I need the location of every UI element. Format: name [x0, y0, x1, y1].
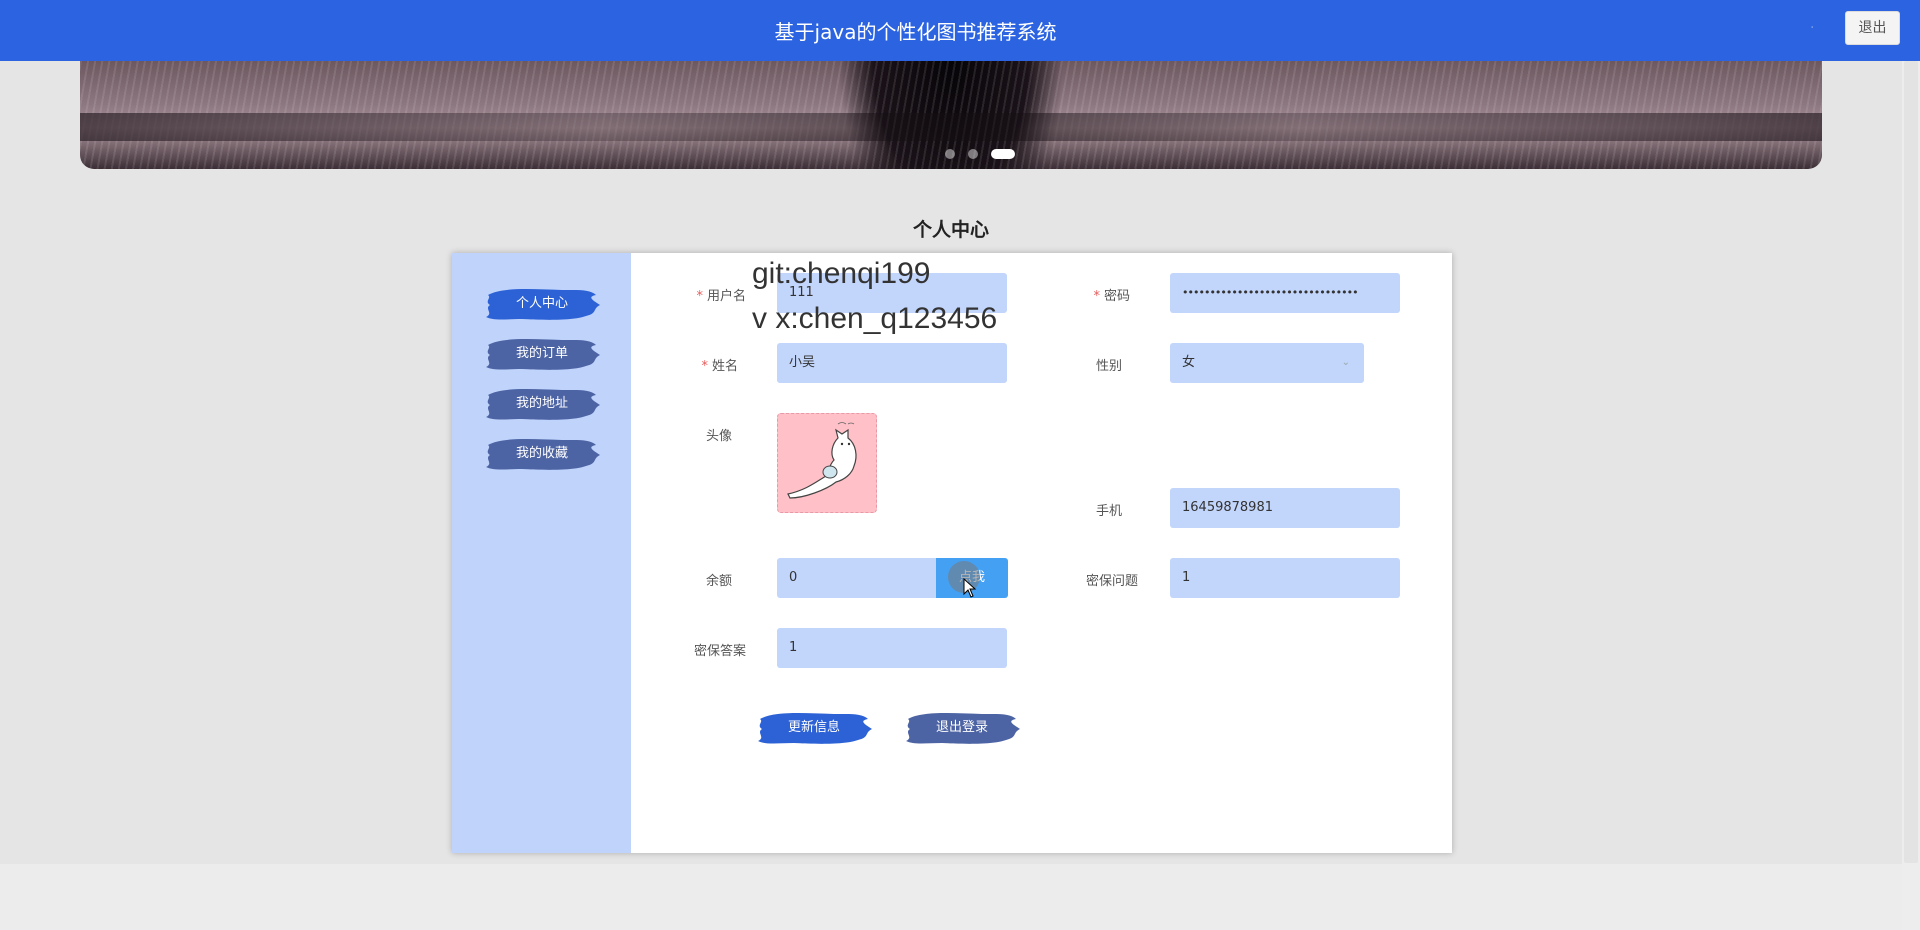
balance-field[interactable]: 0: [777, 558, 936, 598]
password-label: * 密码: [1093, 289, 1130, 304]
banner-carousel: [80, 61, 1822, 169]
carousel-indicators: [80, 143, 1822, 162]
name-field[interactable]: 小吴: [777, 343, 1007, 383]
update-info-label: 更新信息: [787, 720, 840, 735]
cat-avatar-icon: [787, 422, 857, 499]
chevron-down-icon: ⌄: [1341, 357, 1350, 368]
page-title: 个人中心: [912, 219, 989, 241]
update-info-button[interactable]: 更新信息: [754, 707, 874, 749]
sidebar-item-profile[interactable]: 个人中心: [482, 283, 602, 325]
header-logout-button[interactable]: 退出: [1845, 11, 1900, 45]
username-label: * 用户名: [696, 289, 746, 304]
sidebar-item-orders[interactable]: 我的订单: [482, 333, 602, 375]
security-question-field[interactable]: 1: [1170, 558, 1400, 598]
carousel-dot[interactable]: [968, 148, 978, 159]
carousel-dot[interactable]: [944, 148, 955, 159]
name-label: * 姓名: [701, 359, 738, 374]
gender-label: 性别: [1095, 359, 1122, 374]
logout-label: 退出登录: [935, 720, 988, 735]
faint-header-text: ·: [1810, 20, 1815, 36]
sidebar-item-favorites[interactable]: 我的收藏: [482, 433, 602, 475]
gender-select[interactable]: 女 ⌄: [1170, 343, 1364, 383]
sidebar-item-address[interactable]: 我的地址: [482, 383, 602, 425]
sidebar-item-label: 我的订单: [515, 346, 568, 361]
sidebar-item-label: 我的收藏: [515, 446, 568, 461]
security-question-label: 密保问题: [1085, 574, 1138, 589]
balance-label: 余额: [705, 574, 732, 589]
security-answer-field[interactable]: 1: [777, 628, 1007, 668]
password-field[interactable]: ••••••••••••••••••••••••••••••••: [1170, 273, 1400, 313]
watermark-line-2: v x:chen_q123456: [752, 302, 998, 335]
sidebar-item-label: 我的地址: [515, 396, 568, 411]
watermark-line-1: git:chenqi199: [752, 257, 931, 290]
app-title: 基于java的个性化图书推荐系统: [774, 20, 1057, 44]
carousel-dot-active[interactable]: [991, 148, 1016, 159]
phone-field[interactable]: 16459878981: [1170, 488, 1400, 528]
avatar-label: 头像: [705, 429, 732, 444]
top-navbar: 基于java的个性化图书推荐系统 · 退出: [0, 0, 1920, 61]
scrollbar-thumb[interactable]: [1904, 61, 1918, 863]
mouse-cursor-icon: [963, 578, 977, 598]
security-answer-label: 密保答案: [693, 644, 746, 659]
sidebar: 个人中心 我的订单 我的地址 我的收藏: [452, 253, 631, 853]
avatar-upload[interactable]: [777, 413, 877, 513]
gender-select-value: 女: [1182, 355, 1196, 370]
phone-label: 手机: [1095, 504, 1122, 519]
logout-button[interactable]: 退出登录: [902, 707, 1022, 749]
sidebar-item-label: 个人中心: [515, 296, 568, 311]
